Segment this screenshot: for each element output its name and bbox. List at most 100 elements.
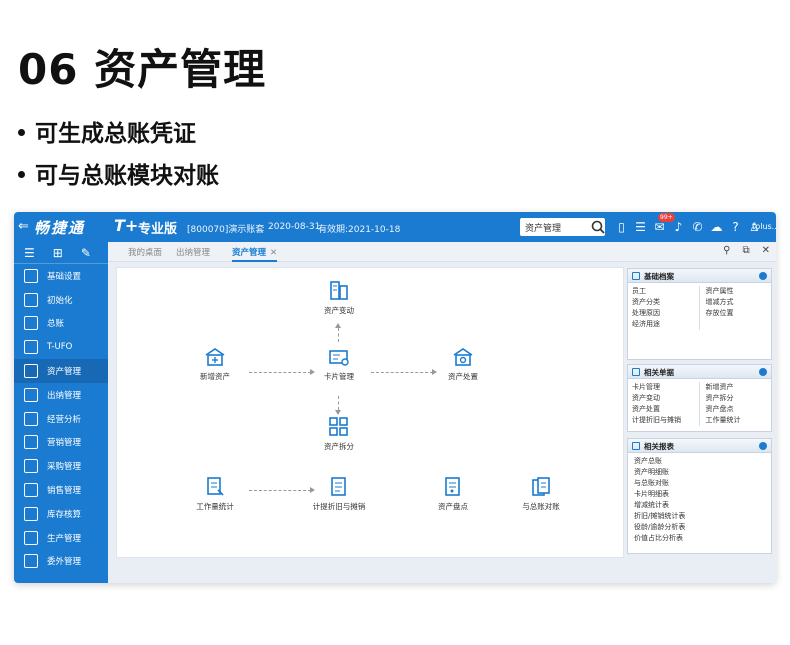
node-card-management[interactable]: 卡片管理 (309, 346, 369, 382)
maximize-icon[interactable]: ⧉ (742, 245, 749, 256)
sidebar-item[interactable]: T-UFO (14, 335, 108, 359)
panel-link[interactable]: 处理原因 (632, 308, 699, 319)
panel-link[interactable]: 计提折旧与摊销 (632, 415, 699, 426)
chat-icon[interactable]: ☁ (709, 218, 724, 236)
panel-column: 员工 资产分类 处理原因 经济用途 (632, 286, 700, 330)
phone-icon[interactable]: ✆ (690, 218, 705, 236)
panel-link[interactable]: 卡片明细表 (634, 489, 765, 500)
panel-link[interactable]: 增减统计表 (634, 500, 765, 511)
panel-link[interactable]: 工作量统计 (706, 415, 768, 426)
sidebar: ☰ ⊞ ✎ 基础设置初始化总账 T-UFO 资产管理出纳管理 经营分析营销管理采购管理… (14, 242, 108, 583)
node-label: 卡片管理 (324, 372, 354, 381)
panel-link[interactable]: 价值占比分析表 (634, 533, 765, 544)
close-icon[interactable]: ✕ (270, 248, 277, 258)
collapse-icon[interactable] (759, 442, 767, 450)
account-label[interactable]: [800070]演示账套 (187, 222, 264, 235)
panel-link[interactable]: 资产变动 (632, 393, 699, 404)
panel-link[interactable]: 资产拆分 (706, 393, 768, 404)
tab-bar: 我的桌面 出纳管理 资产管理 ✕ ⚲ ⧉ ✕ (108, 242, 776, 262)
panel-link[interactable]: 资产分类 (632, 297, 699, 308)
back-icon[interactable]: ⇐ (18, 219, 29, 234)
panel-link[interactable]: 新增资产 (706, 382, 768, 393)
node-label: 资产盘点 (438, 502, 468, 511)
panel-link[interactable]: 与总账对账 (634, 478, 765, 489)
help-icon[interactable]: ? (728, 218, 743, 236)
collapse-icon[interactable] (759, 272, 767, 280)
sidebar-item[interactable]: 库存核算 (14, 502, 108, 526)
sidebar-item[interactable]: 出纳管理 (14, 383, 108, 407)
edition-label: 专业版 (138, 222, 178, 237)
panel-link[interactable]: 卡片管理 (632, 382, 699, 393)
archive-icon (632, 272, 640, 280)
top-bar: ⇐ 畅捷通 T+ 专业版 [800070]演示账套 2020-08-31 有效期… (14, 212, 776, 242)
tab-label: 资产管理 (232, 248, 267, 258)
node-asset-split[interactable]: 资产拆分 (309, 416, 369, 452)
asset-change-icon (330, 281, 348, 300)
message-icon[interactable]: ✉ 99+ (652, 213, 675, 236)
panel-link[interactable]: 增减方式 (706, 297, 768, 308)
panel-link[interactable]: 资产处置 (632, 404, 699, 415)
node-asset-inventory[interactable]: 资产盘点 (423, 476, 483, 512)
node-asset-change[interactable]: 资产变动 (309, 280, 369, 316)
device-icon[interactable]: ▯ (614, 218, 629, 236)
sidebar-item[interactable]: 总账 (14, 312, 108, 336)
bullet-dot (18, 129, 25, 136)
sidebar-item[interactable]: 初始化 (14, 288, 108, 312)
panel-link[interactable]: 资产属性 (706, 286, 768, 297)
sidebar-item[interactable]: 生产管理 (14, 526, 108, 550)
panel-link[interactable]: 存放位置 (706, 308, 768, 319)
settings-icon (24, 268, 38, 283)
sidebar-item-label: 初始化 (47, 295, 73, 306)
card-management-icon (329, 350, 349, 366)
sidebar-item[interactable]: 委外管理 (14, 550, 108, 574)
node-label: 资产处置 (448, 372, 478, 381)
menu-icon[interactable]: ☰ (24, 246, 35, 260)
panel-link[interactable]: 资产明细账 (634, 467, 765, 478)
bullet-1: 可生成总账凭证 (18, 114, 196, 148)
flow-canvas: 资产变动 新增资产 卡片管理 资产处置 资产拆分 工作量统计 计提折旧与摊销 资… (116, 267, 624, 558)
document-icon (632, 368, 640, 376)
panel-link[interactable]: 资产盘点 (706, 404, 768, 415)
panel-header: 基础档案 (628, 269, 771, 283)
panel-link[interactable]: 役龄/逾龄分析表 (634, 522, 765, 533)
node-workload-stats[interactable]: 工作量统计 (185, 476, 245, 512)
report-icon (632, 442, 640, 450)
sidebar-item-label: 资产管理 (47, 367, 82, 378)
sidebar-item-label: 库存核算 (47, 509, 82, 520)
close-icon[interactable]: ✕ (762, 245, 770, 256)
tab-asset-management[interactable]: 资产管理 ✕ (232, 246, 278, 262)
sidebar-item[interactable]: 基础设置 (14, 264, 108, 288)
panel-link[interactable]: 经济用途 (632, 319, 699, 330)
panel-link[interactable]: 折旧/摊销统计表 (634, 511, 765, 522)
user-name[interactable]: tplus... (752, 222, 776, 231)
bullet-text: 可生成总账凭证 (35, 121, 196, 147)
node-label: 计提折旧与摊销 (312, 502, 366, 511)
collapse-icon[interactable] (759, 368, 767, 376)
search-icon[interactable]: ⚲ (723, 245, 730, 256)
node-depreciation[interactable]: 计提折旧与摊销 (309, 476, 369, 512)
bell-icon[interactable]: ♪ (671, 218, 686, 236)
node-label: 资产变动 (324, 306, 354, 315)
panel-body: 卡片管理 资产变动 资产处置 计提折旧与摊销 新增资产 资产拆分 资产盘点 工作量统计 (628, 379, 771, 429)
sidebar-item[interactable]: 经营分析 (14, 407, 108, 431)
edit-icon[interactable]: ✎ (81, 246, 91, 260)
arrow-right (371, 369, 437, 375)
purchase-icon (24, 459, 38, 474)
panel-link[interactable]: 员工 (632, 286, 699, 297)
list-icon[interactable]: ☰ (633, 218, 648, 236)
sidebar-item[interactable]: 销售管理 (14, 478, 108, 502)
search-icon[interactable] (590, 219, 606, 235)
tab-desktop[interactable]: 我的桌面 (128, 246, 162, 258)
grid-icon[interactable]: ⊞ (53, 246, 63, 260)
sidebar-item[interactable]: 资产管理 (14, 359, 108, 383)
workload-stats-icon (207, 477, 224, 496)
node-asset-disposal[interactable]: 资产处置 (433, 346, 493, 382)
sidebar-item-label: 营销管理 (47, 438, 82, 449)
node-ledger-reconcile[interactable]: 与总账对账 (511, 476, 571, 512)
panel-link[interactable]: 资产总账 (634, 456, 765, 467)
node-add-asset[interactable]: 新增资产 (185, 346, 245, 382)
tab-cashier[interactable]: 出纳管理 (176, 246, 210, 258)
sidebar-item[interactable]: 采购管理 (14, 454, 108, 478)
sidebar-item[interactable]: 营销管理 (14, 431, 108, 455)
arrow-right (249, 487, 315, 493)
